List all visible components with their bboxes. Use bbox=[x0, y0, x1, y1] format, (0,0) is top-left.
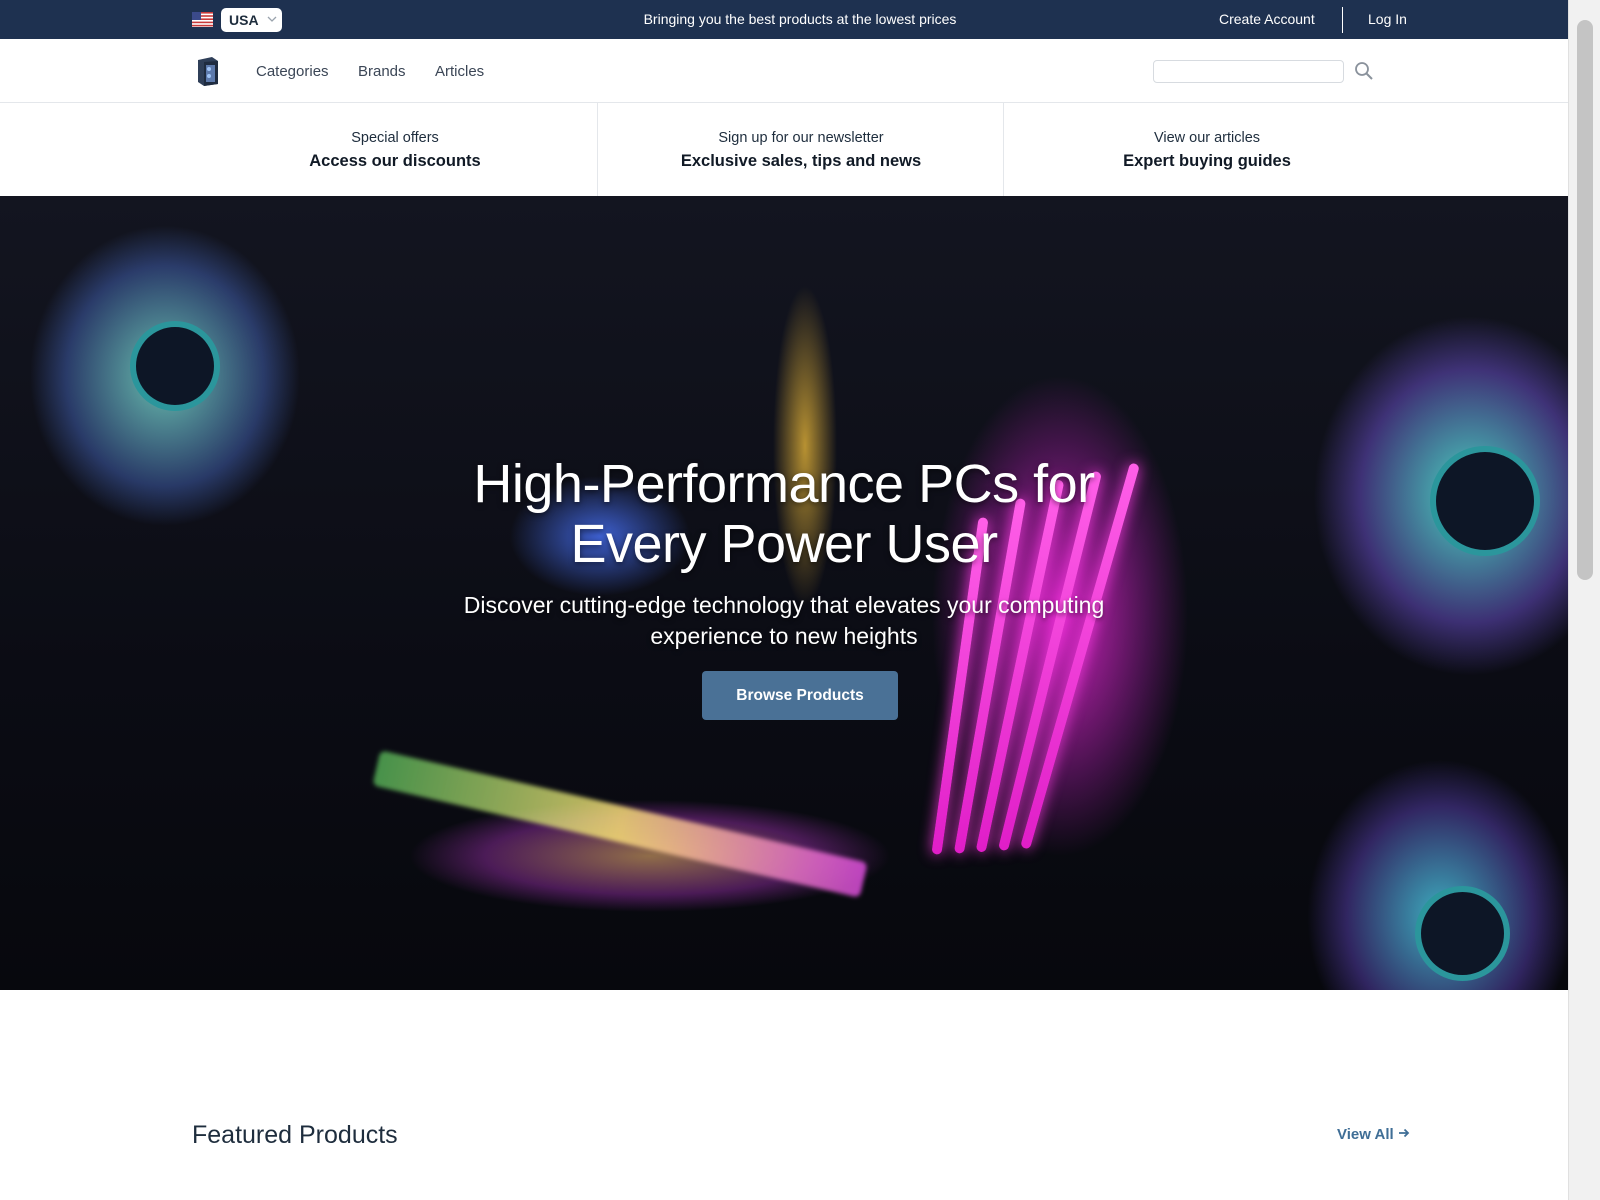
us-flag-icon bbox=[192, 12, 213, 27]
fan-hub-left bbox=[130, 321, 220, 411]
promo-small-text: Special offers bbox=[351, 130, 439, 146]
create-account-link[interactable]: Create Account bbox=[1219, 11, 1315, 27]
hero-banner: High-Performance PCs for Every Power Use… bbox=[0, 196, 1568, 990]
page-scrollbar[interactable] bbox=[1568, 0, 1600, 1200]
hero-title: High-Performance PCs for Every Power Use… bbox=[300, 454, 1268, 574]
promo-small-text: View our articles bbox=[1153, 130, 1261, 146]
view-all-link[interactable]: View All bbox=[1337, 1126, 1410, 1143]
pc-case-logo[interactable] bbox=[194, 55, 222, 87]
nav-articles[interactable]: Articles bbox=[435, 63, 484, 80]
promo-discounts[interactable]: Special offers Access our discounts bbox=[200, 103, 590, 196]
promo-articles[interactable]: View our articles Expert buying guides bbox=[1004, 103, 1410, 196]
country-selector[interactable]: USA bbox=[221, 8, 282, 32]
hero-subtitle: Discover cutting-edge technology that el… bbox=[400, 590, 1168, 652]
promo-big-text: Access our discounts bbox=[309, 152, 481, 170]
log-in-link[interactable]: Log In bbox=[1368, 11, 1407, 27]
hero-title-line: Every Power User bbox=[570, 514, 998, 574]
browse-products-button[interactable]: Browse Products bbox=[702, 671, 898, 720]
promo-small-text: Sign up for our newsletter bbox=[718, 130, 884, 146]
promo-divider bbox=[597, 103, 598, 196]
search-icon[interactable] bbox=[1354, 61, 1374, 81]
divider bbox=[1342, 7, 1343, 33]
promo-strip: Special offers Access our discounts Sign… bbox=[0, 103, 1568, 196]
promo-big-text: Expert buying guides bbox=[1123, 152, 1291, 170]
hero-title-line: High-Performance PCs for bbox=[473, 454, 1095, 514]
nav-categories[interactable]: Categories bbox=[256, 63, 329, 80]
search-input[interactable] bbox=[1153, 60, 1344, 83]
gpu-glow bbox=[372, 750, 868, 898]
main-nav: Categories Brands Articles bbox=[0, 39, 1568, 103]
view-all-label: View All bbox=[1337, 1126, 1394, 1143]
nav-brands[interactable]: Brands bbox=[358, 63, 406, 80]
arrow-right-icon bbox=[1398, 1128, 1409, 1138]
country-label: USA bbox=[229, 12, 259, 28]
fan-hub-right-top bbox=[1430, 446, 1540, 556]
featured-products-heading: Featured Products bbox=[192, 1121, 398, 1149]
tagline: Bringing you the best products at the lo… bbox=[643, 11, 957, 27]
hero-subtitle-line: Discover cutting-edge technology that el… bbox=[463, 592, 1105, 618]
hero-subtitle-line: experience to new heights bbox=[650, 623, 918, 649]
promo-divider bbox=[1003, 103, 1004, 196]
promo-big-text: Exclusive sales, tips and news bbox=[680, 152, 922, 170]
chevron-down-icon bbox=[267, 16, 277, 22]
top-bar: USA Bringing you the best products at th… bbox=[0, 0, 1568, 39]
scrollbar-thumb[interactable] bbox=[1577, 20, 1593, 580]
promo-newsletter[interactable]: Sign up for our newsletter Exclusive sal… bbox=[598, 103, 1004, 196]
fan-hub-right-bottom bbox=[1415, 886, 1510, 981]
